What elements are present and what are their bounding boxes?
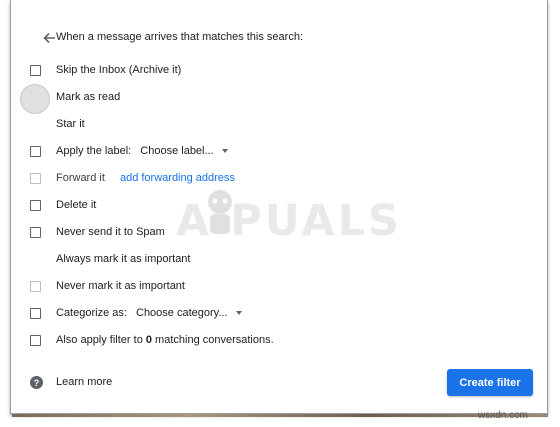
label-apply-label: Apply the label: Choose label... [56,145,228,157]
label-star: Star it [56,118,85,130]
categorize-text: Categorize as: [56,307,127,319]
label-forward: Forward it add forwarding address [56,172,235,184]
checkbox-never-important[interactable] [30,280,41,292]
checkbox-never-spam[interactable] [30,226,41,238]
forward-text: Forward it [56,172,105,184]
create-filter-button[interactable]: Create filter [447,369,533,396]
add-forwarding-address-link[interactable]: add forwarding address [120,172,235,184]
caret-down-icon [221,149,228,153]
option-categorize[interactable] [28,303,41,323]
option-never-spam[interactable] [28,222,41,242]
apply-label-text: Apply the label: [56,145,132,157]
category-select-value: Choose category... [136,307,228,319]
option-skip-inbox[interactable] [28,60,41,80]
label-also-apply: Also apply filter to 0 matching conversa… [56,334,274,346]
checkbox-forward[interactable] [30,172,41,184]
help-icon[interactable]: ? [30,376,43,389]
checkbox-mark-read-ripple[interactable] [20,84,50,114]
also-apply-prefix: Also apply filter to [56,334,146,346]
category-select[interactable]: Choose category... [136,307,242,319]
option-delete[interactable] [28,195,41,215]
checkbox-categorize[interactable] [30,307,41,319]
label-select-value: Choose label... [140,145,214,157]
site-watermark: wsxdn.com [478,410,529,421]
checkbox-apply-label[interactable] [30,145,41,157]
background-strip [12,414,548,417]
label-skip-inbox: Skip the Inbox (Archive it) [56,64,182,76]
checkbox-also-apply[interactable] [30,334,41,346]
label-categorize: Categorize as: Choose category... [56,307,242,319]
option-also-apply[interactable] [28,330,41,350]
option-forward[interactable] [28,168,41,188]
option-apply-label[interactable] [28,141,41,161]
label-mark-read: Mark as read [56,91,121,103]
label-always-important: Always mark it as important [56,253,191,265]
dialog-header: When a message arrives that matches this… [56,31,303,43]
label-never-spam: Never send it to Spam [56,226,165,238]
checkbox-delete[interactable] [30,199,41,211]
label-delete: Delete it [56,199,97,211]
label-never-important: Never mark it as important [56,280,185,292]
also-apply-suffix: matching conversations. [152,334,274,346]
learn-more-link[interactable]: Learn more [56,376,112,388]
caret-down-icon [235,311,242,315]
label-select[interactable]: Choose label... [140,145,228,157]
checkbox-skip-inbox[interactable] [30,64,41,76]
option-never-important[interactable] [28,276,41,296]
